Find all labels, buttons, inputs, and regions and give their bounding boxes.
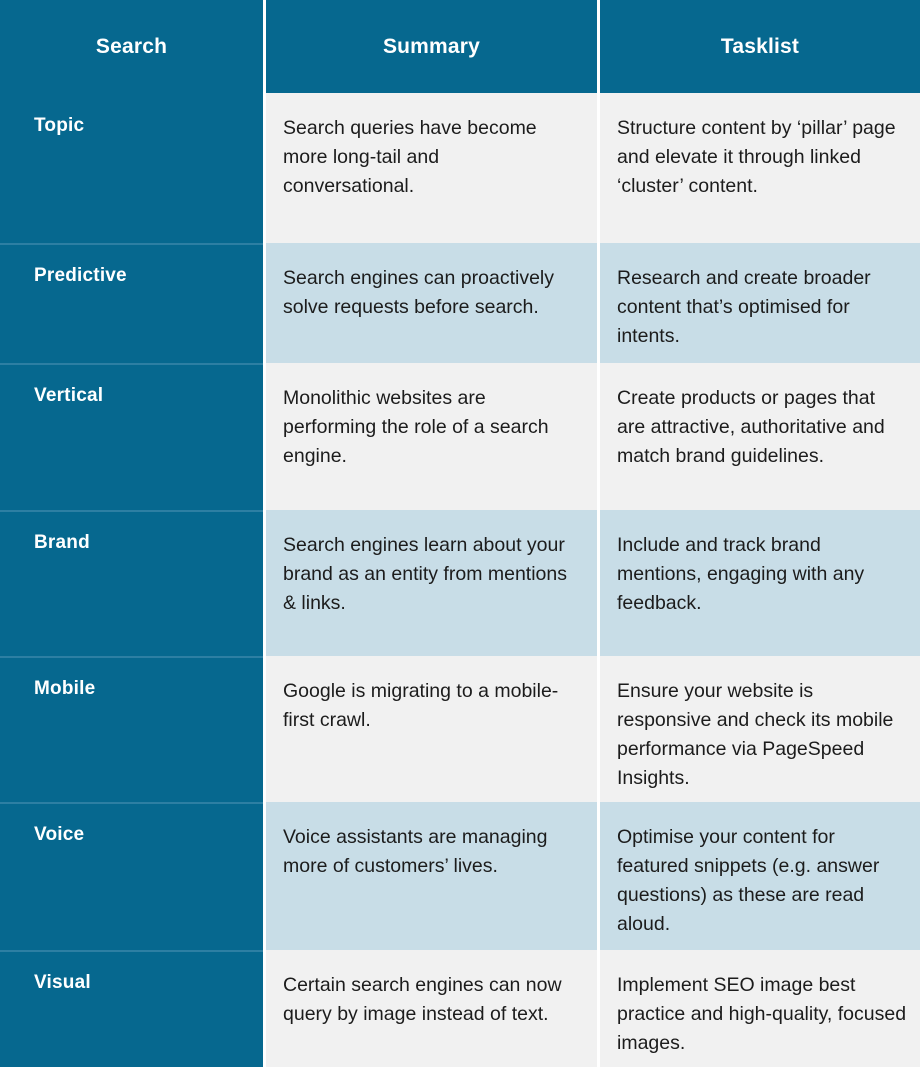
row-label: Topic <box>34 115 85 136</box>
table-row: Visual Certain search engines can now qu… <box>0 950 920 1067</box>
row-tasklist-cell: Implement SEO image best practice and hi… <box>600 950 920 1067</box>
table-row: Vertical Monolithic websites are perform… <box>0 363 920 510</box>
row-label-cell: Vertical <box>0 363 263 510</box>
table-row: Brand Search engines learn about your br… <box>0 510 920 656</box>
row-label: Visual <box>34 972 91 993</box>
row-summary-cell: Voice assistants are managing more of cu… <box>266 802 597 950</box>
row-tasklist-cell: Structure content by ‘pillar’ page and e… <box>600 93 920 243</box>
row-summary-cell: Search queries have become more long-tai… <box>266 93 597 243</box>
table-row: Predictive Search engines can proactivel… <box>0 243 920 363</box>
row-summary-cell: Monolithic websites are performing the r… <box>266 363 597 510</box>
table-row: Voice Voice assistants are managing more… <box>0 802 920 950</box>
column-header-tasklist-label: Tasklist <box>720 34 800 58</box>
table-body: Topic Search queries have become more lo… <box>0 93 920 1067</box>
row-label: Voice <box>34 824 85 845</box>
row-label: Brand <box>34 532 90 553</box>
column-header-search: Search <box>0 0 263 93</box>
row-label: Mobile <box>34 678 96 699</box>
table-row: Mobile Google is migrating to a mobile-f… <box>0 656 920 802</box>
row-label-cell: Voice <box>0 802 263 950</box>
row-label-cell: Topic <box>0 93 263 243</box>
row-tasklist-cell: Ensure your website is responsive and ch… <box>600 656 920 802</box>
row-tasklist-cell: Create products or pages that are attrac… <box>600 363 920 510</box>
row-summary-cell: Search engines learn about your brand as… <box>266 510 597 656</box>
row-tasklist-cell: Optimise your content for featured snipp… <box>600 802 920 950</box>
row-label: Predictive <box>34 265 127 286</box>
seo-search-trends-table: Search Summary Tasklist Topic Search que… <box>0 0 920 1067</box>
column-header-summary: Summary <box>266 0 597 93</box>
row-summary-cell: Search engines can proactively solve req… <box>266 243 597 363</box>
column-header-search-label: Search <box>95 34 168 58</box>
row-label-cell: Visual <box>0 950 263 1067</box>
row-tasklist-cell: Research and create broader content that… <box>600 243 920 363</box>
row-label-cell: Brand <box>0 510 263 656</box>
row-tasklist-cell: Include and track brand mentions, engagi… <box>600 510 920 656</box>
row-label: Vertical <box>34 385 104 406</box>
table-row: Topic Search queries have become more lo… <box>0 93 920 243</box>
column-header-tasklist: Tasklist <box>600 0 920 93</box>
row-label-cell: Predictive <box>0 243 263 363</box>
table-header-row: Search Summary Tasklist <box>0 0 920 93</box>
column-header-summary-label: Summary <box>382 34 481 58</box>
row-summary-cell: Certain search engines can now query by … <box>266 950 597 1067</box>
row-label-cell: Mobile <box>0 656 263 802</box>
row-summary-cell: Google is migrating to a mobile-first cr… <box>266 656 597 802</box>
